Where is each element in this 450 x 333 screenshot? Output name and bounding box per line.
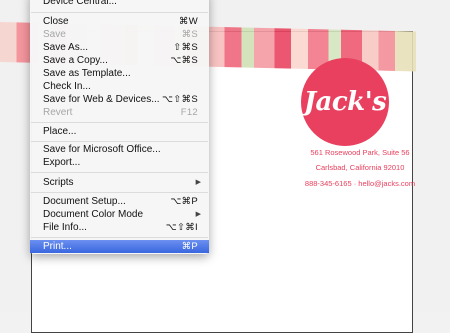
menu-item-place[interactable]: Place...	[30, 126, 209, 138]
menu-item-document-setup[interactable]: Document Setup... ⌥⌘P	[30, 196, 209, 208]
file-menu[interactable]: Device Central... Close ⌘W Save ⌘S Save …	[30, 0, 209, 254]
menu-item-save-for-web[interactable]: Save for Web & Devices... ⌥⇧⌘S	[30, 94, 209, 106]
menu-item-save-for-microsoft-office[interactable]: Save for Microsoft Office...	[30, 144, 209, 156]
menu-separator	[31, 172, 208, 173]
menu-separator	[31, 192, 208, 193]
shortcut-document-setup: ⌥⌘P	[170, 196, 198, 207]
submenu-arrow-icon: ▶	[195, 179, 201, 186]
menu-item-save-as[interactable]: Save As... ⇧⌘S	[30, 42, 209, 54]
menu-item-export[interactable]: Export...	[30, 157, 209, 169]
menu-item-document-color-mode[interactable]: Document Color Mode ▶	[30, 209, 209, 221]
jacks-logo: Jack's	[301, 58, 389, 146]
shortcut-close: ⌘W	[178, 16, 198, 27]
shortcut-save-a-copy: ⌥⌘S	[170, 55, 198, 66]
submenu-arrow-icon: ▶	[195, 211, 201, 218]
menu-item-file-info[interactable]: File Info... ⌥⇧⌘I	[30, 222, 209, 234]
shortcut-save: ⌘S	[181, 29, 198, 40]
menu-item-revert: Revert F12	[43, 107, 198, 118]
logo-text: Jack's	[303, 87, 387, 117]
shortcut-file-info: ⌥⇧⌘I	[165, 222, 198, 233]
shortcut-revert: F12	[180, 107, 198, 118]
address-line-1: 561 Rosewood Park, Suite 56	[310, 148, 410, 157]
menu-separator	[31, 141, 208, 142]
contact-line: 888-345-6165 · hello@jacks.com	[304, 179, 416, 188]
menu-separator	[31, 12, 208, 13]
shortcut-save-as: ⇧⌘S	[173, 42, 198, 53]
menu-item-save-a-copy[interactable]: Save a Copy... ⌥⌘S	[30, 55, 209, 67]
menu-item-save-as-template[interactable]: Save as Template...	[30, 68, 209, 80]
menu-item-save: Save ⌘S	[43, 29, 198, 40]
menu-separator	[31, 122, 208, 123]
shortcut-print: ⌘P	[181, 241, 198, 252]
menu-item-check-in[interactable]: Check In...	[30, 81, 209, 93]
menu-item-scripts[interactable]: Scripts ▶	[30, 177, 209, 189]
menu-item-close[interactable]: Close ⌘W	[30, 16, 209, 28]
shortcut-save-for-web: ⌥⇧⌘S	[162, 94, 198, 105]
address-line-2: Carlsbad, California 92010	[315, 163, 405, 172]
menu-separator	[31, 237, 208, 238]
menu-item-print[interactable]: Print... ⌘P	[30, 240, 209, 253]
menu-item-device-central[interactable]: Device Central...	[30, 0, 209, 8]
